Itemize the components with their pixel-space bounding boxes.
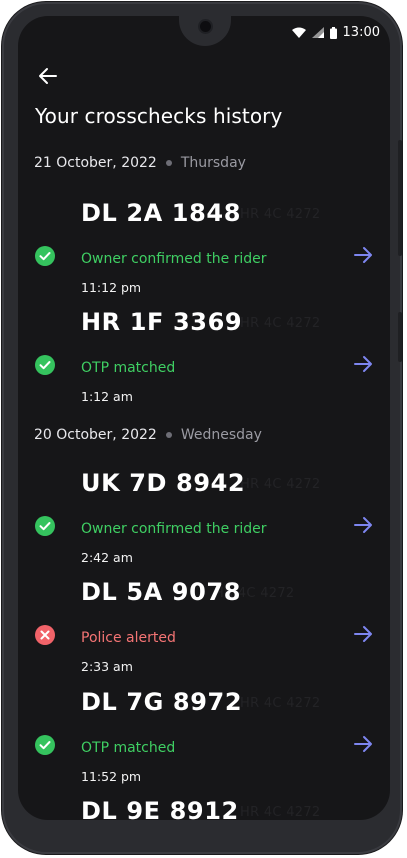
arrow-right-icon[interactable] <box>352 733 374 755</box>
page-title: Your crosschecks history <box>35 104 283 128</box>
status-time: 13:00 <box>342 25 380 40</box>
crosscheck-item[interactable]: HR 4C 4272 DL 5A 9078 Police alerted 2:33 a… <box>18 572 390 674</box>
ghost-plate: HR 4C 4272 <box>240 207 321 222</box>
plate-number: DL 2A 1848 <box>81 199 241 227</box>
arrow-right-icon[interactable] <box>352 353 374 375</box>
crosscheck-item[interactable]: HR 4C 4272 DL 2A 1848 Owner confirmed the … <box>18 193 390 295</box>
check-circle-icon <box>35 246 55 266</box>
date-header: 20 October, 2022 Wednesday <box>34 427 262 443</box>
crosscheck-item[interactable]: HR 4C 4272 DL 7G 8972 OTP matched 11:52 pm <box>18 682 390 784</box>
date-label: 21 October, 2022 <box>34 155 157 171</box>
power-button <box>398 312 402 362</box>
status-bar: 13:00 <box>291 25 380 40</box>
arrow-left-icon[interactable] <box>36 64 60 88</box>
weekday-label: Wednesday <box>180 427 262 443</box>
date-separator <box>165 432 172 438</box>
battery-icon <box>329 26 337 39</box>
x-circle-icon <box>35 625 55 645</box>
check-circle-icon <box>35 516 55 536</box>
phone-frame: 13:00 Your crosschecks history 21 Octobe… <box>2 2 402 854</box>
screen: 13:00 Your crosschecks history 21 Octobe… <box>18 16 390 820</box>
time-label: 11:12 pm <box>81 280 142 295</box>
date-header: 21 October, 2022 Thursday <box>34 155 246 171</box>
time-label: 2:33 am <box>81 659 133 674</box>
volume-button <box>398 140 402 256</box>
result-label: Police alerted <box>81 630 176 646</box>
crosscheck-item[interactable]: HR 4C 4272 DL 9E 8912 <box>18 791 390 820</box>
result-label: OTP matched <box>81 740 176 756</box>
date-separator <box>165 160 172 166</box>
ghost-plate: HR 4C 4272 <box>240 696 321 711</box>
signal-icon <box>311 27 324 38</box>
plate-number: HR 1F 3369 <box>81 308 243 336</box>
arrow-right-icon[interactable] <box>352 514 374 536</box>
ghost-plate: HR 4C 4272 <box>240 316 321 331</box>
plate-number: UK 7D 8942 <box>81 469 246 497</box>
time-label: 2:42 am <box>81 550 133 565</box>
result-label: Owner confirmed the rider <box>81 251 267 267</box>
time-label: 11:52 pm <box>81 769 142 784</box>
crosscheck-item[interactable]: HR 4C 4272 HR 1F 3369 OTP matched 1:12 am <box>18 302 390 404</box>
crosscheck-item[interactable]: HR 4C 4272 UK 7D 8942 Owner confirmed the … <box>18 463 390 565</box>
check-circle-icon <box>35 735 55 755</box>
result-label: Owner confirmed the rider <box>81 521 267 537</box>
ghost-plate: HR 4C 4272 <box>240 477 321 492</box>
date-label: 20 October, 2022 <box>34 427 157 443</box>
time-label: 1:12 am <box>81 389 133 404</box>
plate-number: DL 7G 8972 <box>81 688 243 716</box>
result-label: OTP matched <box>81 360 176 376</box>
weekday-label: Thursday <box>180 155 246 171</box>
plate-number: DL 9E 8912 <box>81 797 239 820</box>
plate-number: DL 5A 9078 <box>81 578 241 606</box>
camera-icon <box>200 21 211 32</box>
notch <box>179 16 231 46</box>
arrow-right-icon[interactable] <box>352 623 374 645</box>
wifi-icon <box>291 27 306 38</box>
ghost-plate: HR 4C 4272 <box>240 805 321 820</box>
arrow-right-icon[interactable] <box>352 244 374 266</box>
check-circle-icon <box>35 355 55 375</box>
